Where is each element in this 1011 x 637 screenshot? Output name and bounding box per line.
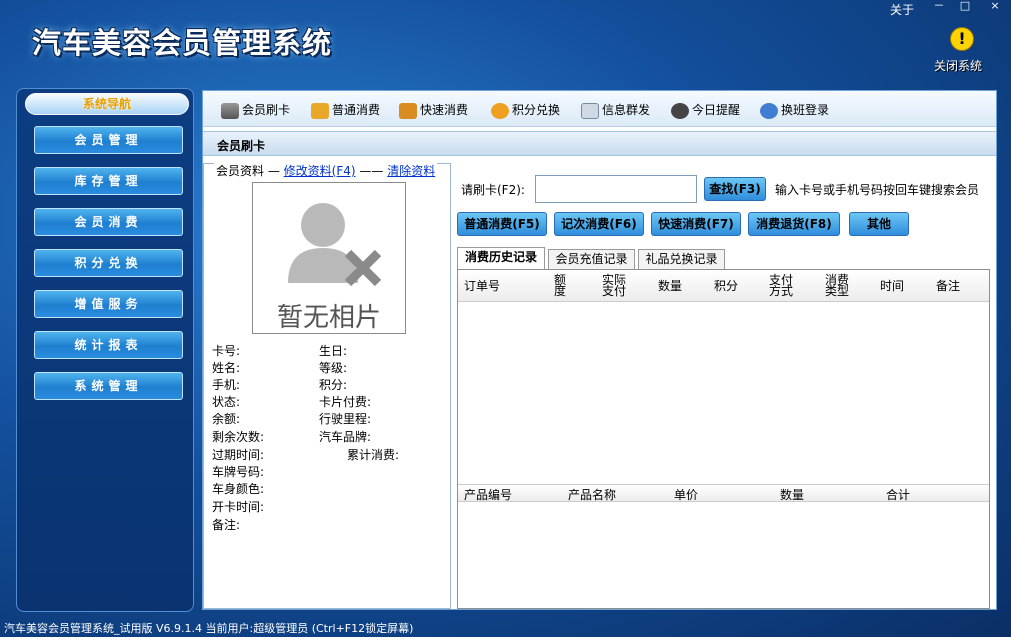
member-photo: 暂无相片 (252, 182, 406, 334)
envelope-icon (581, 102, 599, 119)
app-title: 汽车美容会员管理系统 (32, 26, 333, 60)
toolbar-normal-consume[interactable]: 普通消费 (311, 101, 380, 119)
toolbar-quick-consume[interactable]: 快速消费 (399, 101, 468, 119)
legend-label: 会员资料 (216, 164, 265, 178)
login-icon (760, 102, 778, 119)
field-total-consumption: 累计消费: (347, 448, 400, 462)
toolbar-label: 普通消费 (332, 103, 381, 117)
money-icon (311, 102, 329, 119)
column-header: 积分 (714, 278, 739, 293)
toolbar-label: 会员刷卡 (242, 103, 291, 117)
no-photo-text: 暂无相片 (276, 303, 381, 333)
toolbar-label: 积分兑换 (512, 103, 561, 117)
column-header: 消费 类型 (825, 273, 850, 298)
close-button[interactable]: × (984, 0, 1006, 14)
field-plate-no: 车牌号码: (212, 465, 265, 479)
column-header: 产品名称 (568, 488, 617, 502)
field-name: 姓名: (212, 361, 241, 375)
member-info-panel: 会员资料 — 修改资料(F4) —— 清除资料 暂无相片 卡号: 姓名: 手机:… (203, 162, 451, 609)
column-header: 订单号 (464, 278, 501, 293)
tab-gift-exchange[interactable]: 礼品兑换记录 (638, 249, 725, 269)
card-number-input[interactable] (535, 175, 697, 203)
edit-member-link[interactable]: 修改资料(F4) (284, 164, 356, 178)
sidebar-item-value-added[interactable]: 增值服务 (34, 290, 183, 318)
field-phone: 手机: (212, 378, 241, 392)
minimize-button[interactable]: － (928, 0, 950, 14)
column-header: 产品编号 (464, 488, 513, 502)
column-header: 数量 (658, 278, 683, 293)
other-button[interactable]: 其他 (849, 212, 909, 236)
product-grid-header: 产品编号 产品名称 单价 数量 合计 (458, 484, 989, 502)
toolbar-label: 换班登录 (781, 103, 830, 117)
maximize-button[interactable]: □ (954, 0, 976, 14)
field-open-time: 开卡时间: (212, 500, 265, 514)
title-bar: 汽车美容会员管理系统 关于 － □ × ! 关闭系统 (0, 0, 1011, 80)
field-remaining-times: 剩余次数: (212, 430, 265, 444)
warning-icon[interactable]: ! (950, 27, 974, 51)
toolbar-shift-login[interactable]: 换班登录 (760, 101, 829, 119)
person-placeholder-icon (288, 203, 382, 287)
field-car-color: 车身颜色: (212, 482, 265, 496)
status-bar: 汽车美容会员管理系统_试用版 V6.9.1.4 当前用户:超级管理员 (Ctrl… (4, 622, 414, 635)
tab-consume-history[interactable]: 消费历史记录 (457, 247, 545, 269)
search-hint: 输入卡号或手机号码按回车键搜索会员 (775, 183, 980, 197)
toolbar: 会员刷卡 普通消费 快速消费 积分兑换 信息群发 今日提醒 换班登录 (203, 91, 996, 127)
sidebar: 系统导航 会员管理 库存管理 会员消费 积分兑换 增值服务 统计报表 系统管理 (16, 88, 194, 612)
history-grid-header: 订单号 额 度 实际 支付 数量 积分 支付 方式 消费 类型 时间 备注 (458, 270, 989, 302)
sidebar-item-system[interactable]: 系统管理 (34, 372, 183, 400)
card-input-label: 请刷卡(F2): (461, 183, 525, 197)
sidebar-title: 系统导航 (25, 93, 189, 115)
column-header: 支付 方式 (769, 273, 794, 298)
sidebar-item-reports[interactable]: 统计报表 (34, 331, 183, 359)
normal-consume-button[interactable]: 普通消费(F5) (457, 212, 547, 236)
field-car-brand: 汽车品牌: (319, 430, 372, 444)
main-panel: 会员刷卡 普通消费 快速消费 积分兑换 信息群发 今日提醒 换班登录 会员刷卡 … (202, 90, 997, 610)
column-header: 单价 (674, 488, 699, 502)
section-title: 会员刷卡 (217, 139, 266, 153)
tab-recharge-records[interactable]: 会员充值记录 (548, 249, 635, 269)
field-card-no: 卡号: (212, 344, 241, 358)
history-grid[interactable]: 订单号 额 度 实际 支付 数量 积分 支付 方式 消费 类型 时间 备注 产品… (457, 269, 990, 609)
field-remark: 备注: (212, 518, 241, 532)
clear-member-link[interactable]: 清除资料 (387, 164, 435, 178)
quick-consume-button[interactable]: 快速消费(F7) (651, 212, 741, 236)
sidebar-item-inventory[interactable]: 库存管理 (34, 167, 183, 195)
toolbar-today-reminder[interactable]: 今日提醒 (671, 101, 740, 119)
clock-icon (671, 102, 689, 119)
column-header: 额 度 (554, 273, 567, 298)
field-birthday: 生日: (319, 344, 348, 358)
toolbar-broadcast[interactable]: 信息群发 (581, 101, 650, 119)
card-reader-icon (221, 102, 239, 119)
field-status: 状态: (212, 395, 241, 409)
coins-icon (399, 102, 417, 119)
column-header: 备注 (936, 278, 961, 293)
member-info-legend: 会员资料 — 修改资料(F4) —— 清除资料 (214, 162, 438, 179)
column-header: 数量 (780, 488, 805, 502)
column-header: 时间 (880, 278, 905, 293)
find-button[interactable]: 查找(F3) (704, 177, 766, 201)
consume-return-button[interactable]: 消费退货(F8) (748, 212, 840, 236)
sidebar-item-points-exchange[interactable]: 积分兑换 (34, 249, 183, 277)
count-consume-button[interactable]: 记次消费(F6) (554, 212, 644, 236)
consumption-area: 请刷卡(F2): 查找(F3) 输入卡号或手机号码按回车键搜索会员 普通消费(F… (455, 163, 996, 609)
sidebar-item-member-consumption[interactable]: 会员消费 (34, 208, 183, 236)
column-header: 合计 (886, 488, 911, 502)
field-expire-time: 过期时间: (212, 448, 265, 462)
toolbar-card-swipe[interactable]: 会员刷卡 (221, 101, 290, 119)
toolbar-label: 今日提醒 (692, 103, 741, 117)
toolbar-label: 快速消费 (420, 103, 469, 117)
exchange-icon (491, 102, 509, 119)
section-header: 会员刷卡 (203, 131, 996, 156)
field-mileage: 行驶里程: (319, 412, 372, 426)
about-link[interactable]: 关于 (890, 1, 914, 18)
column-header: 实际 支付 (602, 273, 627, 298)
toolbar-points-exchange[interactable]: 积分兑换 (491, 101, 560, 119)
toolbar-label: 信息群发 (602, 103, 651, 117)
close-system-button[interactable]: 关闭系统 (934, 57, 982, 74)
sidebar-item-member-management[interactable]: 会员管理 (34, 126, 183, 154)
field-card-fee: 卡片付费: (319, 395, 372, 409)
field-points: 积分: (319, 378, 348, 392)
field-level: 等级: (319, 361, 348, 375)
field-balance: 余额: (212, 412, 241, 426)
